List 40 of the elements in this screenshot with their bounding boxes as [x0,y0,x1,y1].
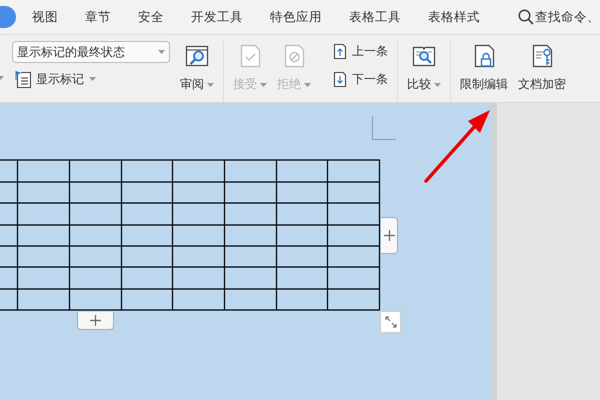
ribbon-button[interactable]: 比较 [407,41,441,93]
ribbon-button[interactable]: 审阅 [180,41,214,93]
document-check-icon [238,44,262,68]
margin-corner-mark [372,116,396,140]
document-lock-icon [472,44,496,68]
button-label: 比较 [407,76,431,93]
navigation-button[interactable]: 上一条 [333,41,388,61]
search-field[interactable]: 查找命令、 [518,8,600,26]
flag-document-icon [14,70,31,88]
add-column-button[interactable] [381,217,398,254]
button-label: 审阅 [180,76,204,93]
ribbon-button[interactable]: 文档加密 [518,41,566,93]
document-key-icon [530,44,554,68]
plus-icon [90,315,101,326]
plus-icon [384,230,394,241]
magnifier-window-icon [185,44,209,68]
tab[interactable]: 视图 [32,7,58,27]
tab[interactable]: 开发工具 [191,7,243,27]
navigation-button[interactable]: 下一条 [333,69,388,89]
add-row-button[interactable] [77,312,114,330]
book-magnifier-icon [412,44,436,68]
table-resize-handle[interactable] [380,311,401,333]
button-label: 限制编辑 [460,76,508,93]
document-blocked-icon [282,44,306,68]
button-label: 文档加密 [518,76,566,93]
down-arrow-document-icon [333,70,347,88]
caret-icon [158,50,165,54]
tab[interactable]: 章节 [85,7,111,27]
search-icon [518,9,534,25]
markup-dropdown[interactable]: 显示标记的最终状态 [12,41,170,63]
button-label: 拒绝 [277,76,301,93]
up-arrow-document-icon [333,42,347,60]
tab[interactable]: 安全 [138,7,164,27]
tab[interactable]: 特色应用 [270,7,322,27]
button-label: 接受 [233,76,257,93]
resize-icon [384,316,396,328]
show-markup-button[interactable]: 显示标记 [14,69,170,89]
tab[interactable]: 表格样式 [428,7,480,27]
tab[interactable]: 表格工具 [349,7,401,27]
ribbon-button[interactable]: 限制编辑 [460,41,508,93]
